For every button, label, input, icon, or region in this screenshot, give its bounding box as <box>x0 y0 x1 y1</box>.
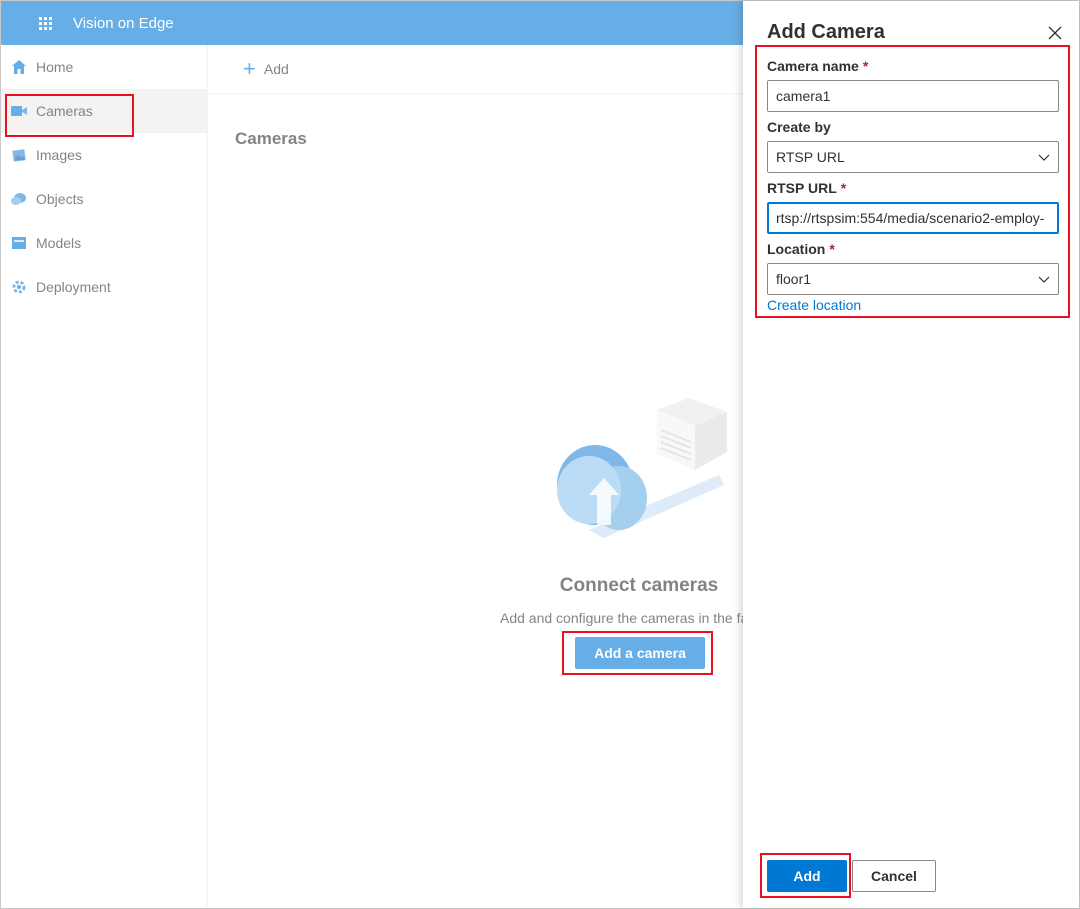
rtsp-url-label: RTSP URL * <box>767 180 846 196</box>
chevron-down-icon <box>1038 271 1050 287</box>
close-button[interactable] <box>1045 25 1065 45</box>
location-value: floor1 <box>776 271 812 287</box>
add-camera-panel: Add Camera Camera name* Create by RTSP U… <box>743 1 1079 908</box>
camera-name-input[interactable] <box>767 80 1059 112</box>
create-by-dropdown[interactable]: RTSP URL <box>767 141 1059 173</box>
create-location-link[interactable]: Create location <box>767 297 861 313</box>
add-button[interactable]: Add <box>767 860 847 892</box>
camera-name-label: Camera name * <box>767 58 868 74</box>
rtsp-url-input[interactable] <box>767 202 1059 234</box>
camera-name-label-text: Camera name <box>767 58 859 74</box>
required-mark: * <box>840 180 847 196</box>
required-mark: * <box>829 241 835 257</box>
rtsp-url-label-text: RTSP URL <box>767 180 837 196</box>
create-by-label: Create by <box>767 119 831 135</box>
location-dropdown[interactable]: floor1 <box>767 263 1059 295</box>
close-icon <box>1048 26 1062 45</box>
create-by-value: RTSP URL <box>776 149 845 165</box>
panel-title: Add Camera <box>767 21 885 43</box>
chevron-down-icon <box>1038 149 1050 165</box>
location-label-text: Location <box>767 241 826 257</box>
required-mark: * <box>862 58 869 74</box>
cancel-button[interactable]: Cancel <box>852 860 936 892</box>
location-label: Location * <box>767 241 835 257</box>
